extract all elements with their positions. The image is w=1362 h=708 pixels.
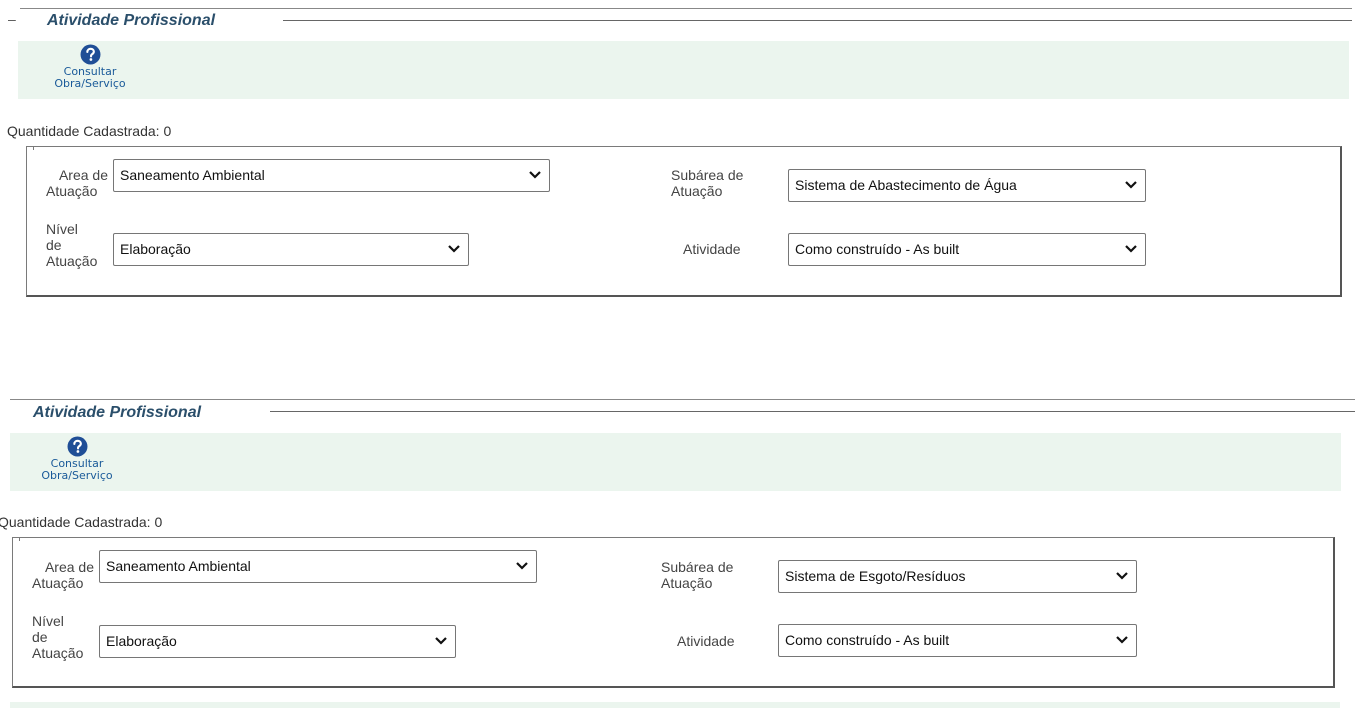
subarea-select-value: Sistema de Esgoto/Resíduos bbox=[785, 568, 966, 584]
nivel-label: Nível de Atuação bbox=[32, 613, 84, 661]
nivel-select-value: Elaboração bbox=[120, 241, 191, 257]
nivel-select-value: Elaboração bbox=[106, 633, 177, 649]
section-divider bbox=[283, 20, 1352, 21]
chevron-down-icon bbox=[1116, 572, 1128, 580]
atividade-select-value: Como construído - As built bbox=[785, 632, 950, 648]
top-border bbox=[20, 8, 1352, 9]
consult-label-line1: Consultar bbox=[50, 457, 104, 470]
section-title: Atividade Profissional bbox=[33, 404, 202, 421]
chevron-down-icon bbox=[529, 171, 541, 179]
subarea-select[interactable]: Sistema de Esgoto/Resíduos bbox=[778, 560, 1137, 593]
atividade-select-value: Como construído - As built bbox=[795, 241, 960, 257]
area-select[interactable]: Saneamento Ambiental bbox=[99, 550, 537, 583]
chevron-down-icon bbox=[1116, 636, 1128, 644]
atividade-select[interactable]: Como construído - As built bbox=[778, 624, 1137, 657]
help-circle-icon bbox=[80, 44, 100, 65]
chevron-down-icon bbox=[1125, 181, 1137, 189]
collapse-toggle[interactable]: – bbox=[8, 12, 16, 26]
atividade-select[interactable]: Como construído - As built bbox=[788, 233, 1146, 266]
area-select-value: Saneamento Ambiental bbox=[120, 167, 265, 183]
chevron-down-icon bbox=[435, 637, 447, 645]
next-toolbar-strip bbox=[10, 702, 1340, 708]
top-border bbox=[10, 399, 1355, 400]
subarea-label: Subárea de Atuação bbox=[661, 559, 734, 591]
help-circle-icon bbox=[67, 436, 87, 457]
toolbar: Consultar Obra/Serviço bbox=[18, 41, 1349, 99]
chevron-down-icon bbox=[448, 245, 460, 253]
fieldset-legend-notch bbox=[33, 146, 43, 150]
area-label: Area de Atuação bbox=[46, 167, 108, 199]
subarea-select[interactable]: Sistema de Abastecimento de Água bbox=[788, 169, 1146, 202]
section-title: Atividade Profissional bbox=[47, 12, 216, 29]
nivel-select[interactable]: Elaboração bbox=[113, 233, 469, 266]
quantity-registered: Quantidade Cadastrada: 0 bbox=[0, 514, 163, 530]
chevron-down-icon bbox=[516, 562, 528, 570]
area-label: Area de Atuação bbox=[32, 559, 94, 591]
nivel-select[interactable]: Elaboração bbox=[99, 625, 456, 658]
fieldset-legend-notch bbox=[19, 537, 29, 541]
atividade-label: Atividade bbox=[677, 633, 735, 649]
atividade-label: Atividade bbox=[683, 241, 741, 257]
consult-work-button[interactable]: Consultar Obra/Serviço bbox=[42, 44, 138, 94]
consult-label-line2: Obra/Serviço bbox=[41, 469, 113, 482]
consult-work-button[interactable]: Consultar Obra/Serviço bbox=[29, 436, 125, 486]
chevron-down-icon bbox=[1125, 245, 1137, 253]
activity-section-2: Atividade Profissional Consultar Obra/Se… bbox=[0, 392, 1362, 692]
subarea-label: Subárea de Atuação bbox=[671, 167, 744, 199]
consult-label-line2: Obra/Serviço bbox=[54, 77, 126, 90]
area-select-value: Saneamento Ambiental bbox=[106, 558, 251, 574]
consult-label-line1: Consultar bbox=[63, 65, 117, 78]
area-select[interactable]: Saneamento Ambiental bbox=[113, 159, 550, 192]
section-divider bbox=[270, 411, 1355, 412]
subarea-select-value: Sistema de Abastecimento de Água bbox=[795, 177, 1017, 193]
toolbar: Consultar Obra/Serviço bbox=[10, 433, 1341, 491]
activity-section-1: – Atividade Profissional Consultar Obra/… bbox=[0, 0, 1362, 300]
quantity-registered: Quantidade Cadastrada: 0 bbox=[7, 123, 172, 139]
nivel-label: Nível de Atuação bbox=[46, 221, 98, 269]
